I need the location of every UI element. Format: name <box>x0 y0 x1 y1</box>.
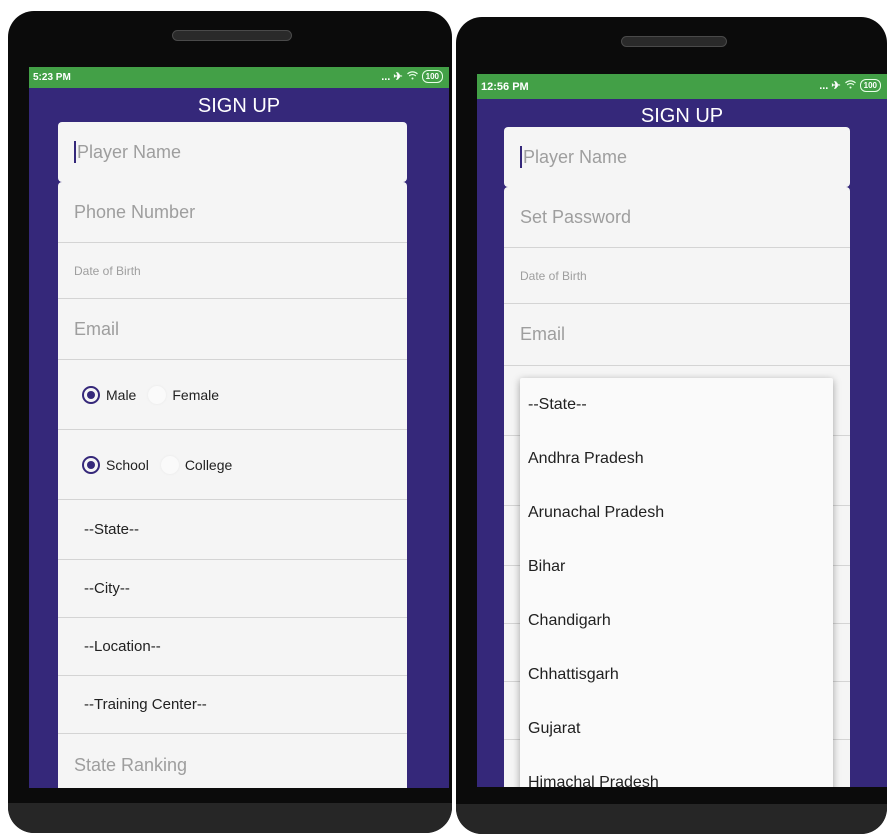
screen-right: 12:56 PM ... ✈ 100 SIGN UP Player Name S… <box>477 74 887 787</box>
speaker-grill <box>621 36 727 47</box>
state-option[interactable]: Bihar <box>520 540 833 594</box>
radio-female[interactable] <box>148 385 167 404</box>
state-option[interactable]: Gujarat <box>520 702 833 756</box>
email-input[interactable]: Email <box>58 299 407 360</box>
radio-female-label: Female <box>172 386 220 403</box>
player-name-input[interactable]: Player Name <box>504 127 850 187</box>
device-bottom-bezel <box>8 803 452 833</box>
battery-icon: 100 <box>859 79 881 92</box>
status-time: 5:23 PM <box>33 72 71 83</box>
radio-college-label: College <box>184 456 233 473</box>
date-of-birth-placeholder: Date of Birth <box>520 268 587 283</box>
radio-male[interactable] <box>82 385 100 404</box>
state-select-value: --State-- <box>84 521 140 538</box>
speaker-grill <box>172 30 292 41</box>
player-name-card: Player Name <box>504 127 850 187</box>
page-title: SIGN UP <box>197 95 281 117</box>
gender-radio-group: Male Female <box>58 360 407 430</box>
training-center-select[interactable]: --Training Center-- <box>58 676 407 734</box>
status-bar: 5:23 PM ... ✈ 100 <box>29 67 449 88</box>
state-select[interactable]: --State-- <box>58 500 407 560</box>
text-cursor <box>520 146 522 168</box>
text-cursor <box>74 141 76 163</box>
state-option[interactable]: Arunachal Pradesh <box>520 486 833 540</box>
phone-right: 12:56 PM ... ✈ 100 SIGN UP Player Name S… <box>456 17 887 834</box>
screen-left: 5:23 PM ... ✈ 100 SIGN UP Player Name Ph… <box>29 67 449 788</box>
radio-selected-dot <box>87 390 95 399</box>
date-of-birth-placeholder: Date of Birth <box>74 263 141 278</box>
email-placeholder: Email <box>74 318 120 339</box>
wifi-icon <box>406 70 418 83</box>
state-ranking-placeholder: State Ranking <box>74 754 188 775</box>
signal-icon: ... ✈ <box>381 71 403 83</box>
radio-school[interactable] <box>82 455 100 474</box>
set-password-input[interactable]: Set Password <box>504 187 850 248</box>
email-input[interactable]: Email <box>504 304 850 366</box>
state-dropdown-menu: --State-- Andhra Pradesh Arunachal Prade… <box>520 378 833 787</box>
set-password-placeholder: Set Password <box>520 206 632 227</box>
status-bar: 12:56 PM ... ✈ 100 <box>477 74 887 99</box>
gender-options: Male Female <box>72 385 225 404</box>
state-option[interactable]: Chandigarh <box>520 594 833 648</box>
location-select-value: --Location-- <box>84 638 161 655</box>
state-option[interactable]: Himachal Pradesh <box>520 756 833 787</box>
comparison-stage: 5:23 PM ... ✈ 100 SIGN UP Player Name Ph… <box>0 0 891 834</box>
phone-number-input[interactable]: Phone Number <box>58 182 407 243</box>
email-placeholder: Email <box>520 324 566 344</box>
status-time: 12:56 PM <box>481 81 529 93</box>
radio-selected-dot <box>87 460 95 469</box>
training-center-select-value: --Training Center-- <box>84 696 207 713</box>
player-name-placeholder: Player Name <box>77 141 182 162</box>
battery-icon: 100 <box>421 70 443 83</box>
radio-college[interactable] <box>160 455 179 474</box>
player-name-card: Player Name <box>58 122 407 182</box>
status-icons: ... ✈ 100 <box>381 70 443 83</box>
location-select[interactable]: --Location-- <box>58 618 407 676</box>
state-option[interactable]: Andhra Pradesh <box>520 432 833 486</box>
date-of-birth-input[interactable]: Date of Birth <box>504 248 850 304</box>
signup-form-card: Phone Number Date of Birth Email Male Fe… <box>58 182 407 788</box>
state-option[interactable]: --State-- <box>520 378 833 432</box>
institution-options: School College <box>72 455 238 474</box>
phone-left: 5:23 PM ... ✈ 100 SIGN UP Player Name Ph… <box>8 11 452 833</box>
wifi-icon <box>844 79 856 92</box>
state-option[interactable]: Chhattisgarh <box>520 648 833 702</box>
phone-number-placeholder: Phone Number <box>74 201 196 222</box>
date-of-birth-input[interactable]: Date of Birth <box>58 243 407 299</box>
status-icons: ... ✈ 100 <box>819 79 881 92</box>
state-ranking-input[interactable]: State Ranking <box>58 734 407 788</box>
city-select[interactable]: --City-- <box>58 560 407 618</box>
device-bottom-bezel <box>456 804 887 834</box>
institution-radio-group: School College <box>58 430 407 500</box>
page-title: SIGN UP <box>640 105 724 127</box>
radio-male-label: Male <box>106 386 137 403</box>
player-name-placeholder: Player Name <box>523 146 628 167</box>
signal-icon: ... ✈ <box>819 80 841 92</box>
radio-school-label: School <box>106 456 149 473</box>
city-select-value: --City-- <box>84 580 130 597</box>
player-name-input[interactable]: Player Name <box>58 122 407 182</box>
